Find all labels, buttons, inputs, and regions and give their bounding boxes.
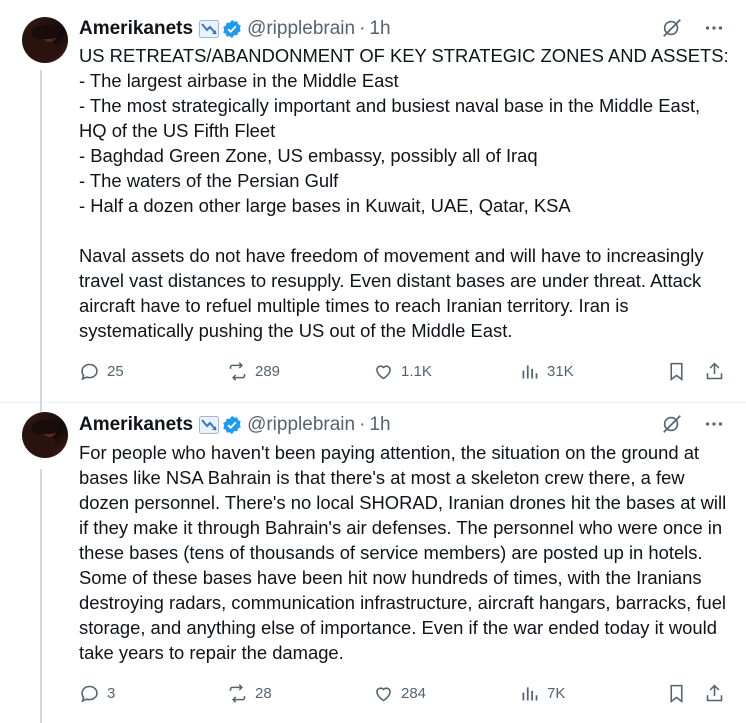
repost-count: 289 (255, 362, 281, 380)
bookmark-icon (670, 362, 683, 381)
repost-icon (229, 683, 246, 703)
tweet[interactable]: Amerikanets @ripplebrain · 1h (0, 402, 746, 723)
views-chart-icon (522, 686, 538, 700)
author-name[interactable]: Amerikanets (79, 414, 193, 436)
views-button[interactable]: 31K (519, 359, 574, 383)
share-icon (706, 684, 723, 701)
views-chart-icon (522, 364, 538, 378)
like-button[interactable]: 1.1K (373, 359, 432, 383)
reply-button[interactable]: 3 (79, 681, 115, 705)
repost-button[interactable]: 28 (227, 681, 272, 705)
view-count: 31K (547, 362, 574, 380)
tweet-text: US RETREATS/ABANDONMENT OF KEY STRATEGIC… (79, 45, 729, 341)
chart-down-flag-icon (199, 416, 220, 434)
reply-icon (81, 363, 98, 380)
tweet[interactable]: Amerikanets @ripplebrain · 1h (0, 0, 746, 422)
author-handle[interactable]: @ripplebrain (247, 414, 355, 436)
bookmark-icon (670, 684, 683, 703)
like-count: 284 (401, 684, 427, 702)
tweet-top-actions (658, 16, 728, 40)
heart-icon (376, 686, 391, 701)
reply-button[interactable]: 25 (79, 359, 124, 383)
tweet-action-bar: 3 28 284 7K (79, 681, 729, 705)
author-handle[interactable]: @ripplebrain (247, 18, 355, 40)
view-count: 7K (547, 684, 566, 702)
separator-dot: · (359, 414, 366, 435)
chart-down-flag-icon (199, 20, 220, 38)
views-button[interactable]: 7K (519, 681, 565, 705)
verified-badge-icon[interactable] (222, 19, 242, 39)
timestamp[interactable]: 1h (369, 18, 390, 40)
thread-connector-line (40, 70, 42, 422)
share-button[interactable] (704, 359, 725, 383)
repost-icon (229, 361, 246, 381)
tweet-top-actions (658, 412, 728, 436)
repost-count: 28 (255, 684, 272, 702)
more-options-icon[interactable] (700, 14, 728, 42)
bookmark-button[interactable] (666, 359, 687, 383)
tweet-header: Amerikanets @ripplebrain · 1h (79, 17, 391, 41)
grok-icon[interactable] (658, 410, 686, 438)
share-button[interactable] (704, 681, 725, 705)
heart-icon (376, 364, 391, 379)
share-icon (706, 362, 723, 379)
reply-icon (81, 685, 98, 702)
verified-badge-icon[interactable] (222, 415, 242, 435)
grok-icon[interactable] (658, 14, 686, 42)
avatar[interactable] (22, 17, 68, 63)
separator-dot: · (359, 18, 366, 39)
tweet-action-bar: 25 289 1.1K 31K (79, 359, 729, 383)
avatar[interactable] (22, 412, 68, 458)
tweet-header: Amerikanets @ripplebrain · 1h (79, 413, 391, 437)
author-name[interactable]: Amerikanets (79, 18, 193, 40)
like-count: 1.1K (401, 362, 432, 380)
timestamp[interactable]: 1h (369, 414, 390, 436)
reply-count: 3 (107, 684, 116, 702)
repost-button[interactable]: 289 (227, 359, 280, 383)
more-options-icon[interactable] (700, 410, 728, 438)
bookmark-button[interactable] (666, 681, 687, 705)
tweet-text: For people who haven't been paying atten… (79, 442, 732, 663)
thread-connector-line (40, 469, 42, 723)
like-button[interactable]: 284 (373, 681, 426, 705)
reply-count: 25 (107, 362, 124, 380)
